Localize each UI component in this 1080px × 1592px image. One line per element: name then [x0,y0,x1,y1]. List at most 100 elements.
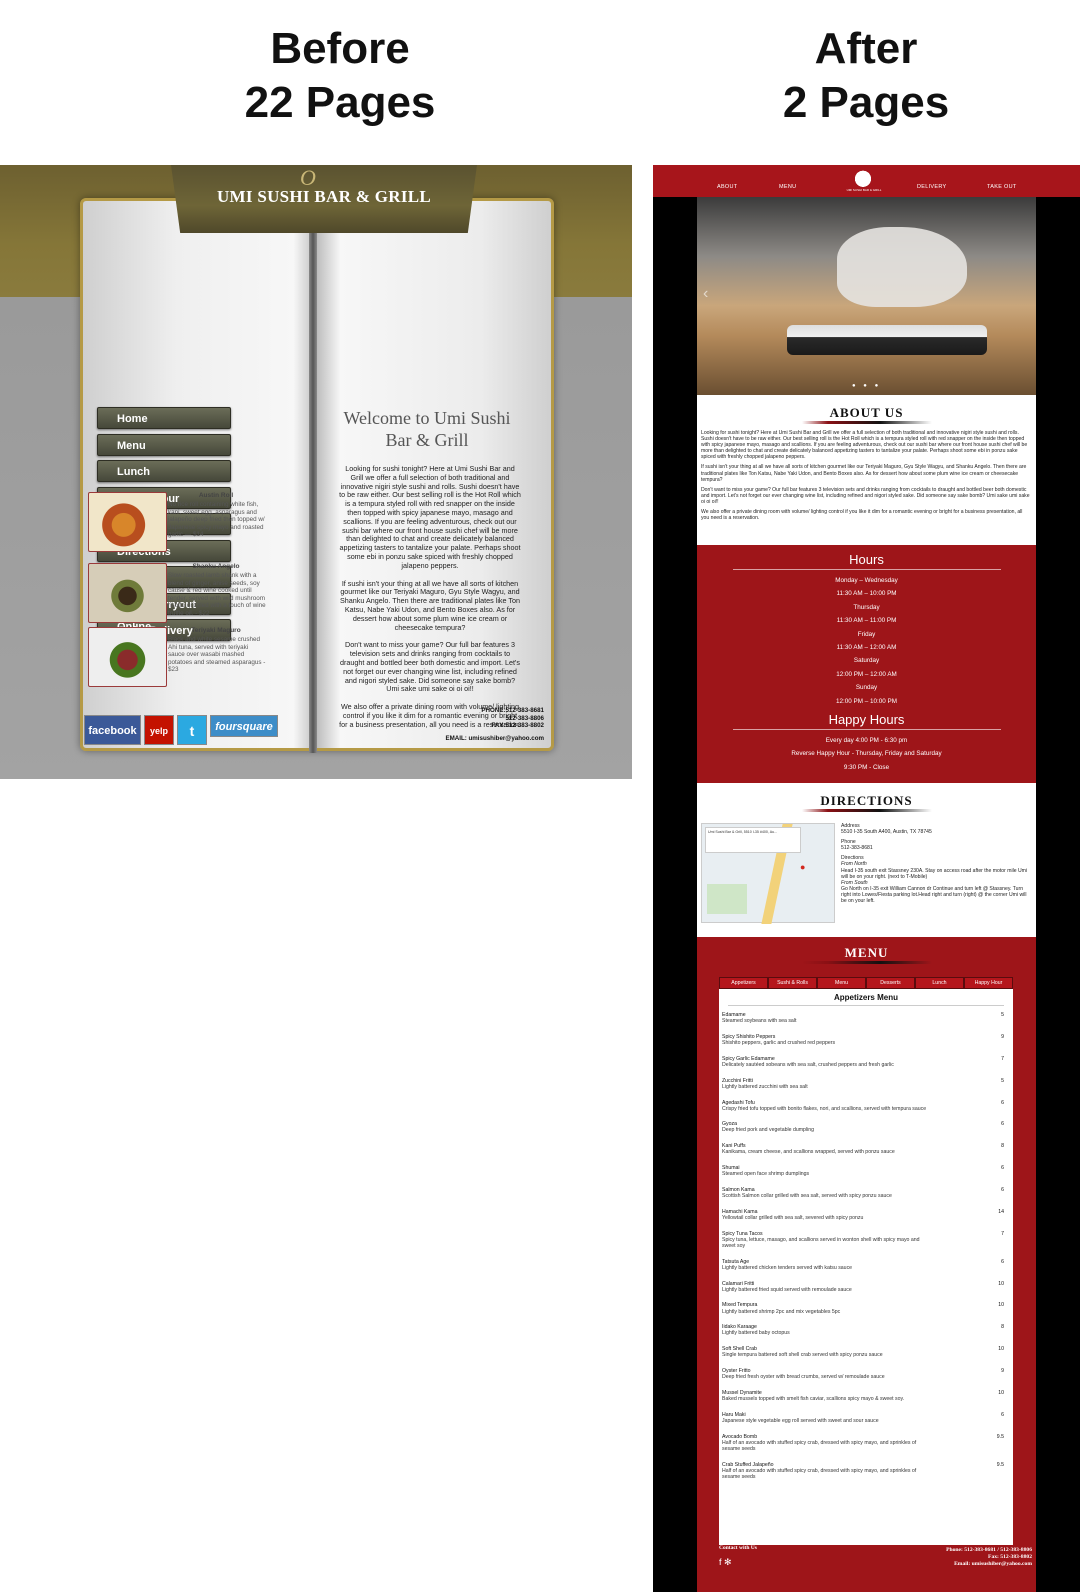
from-south-text: Go North on I-35 exit William Cannon dr … [841,885,1027,905]
menu-panel-title: Appetizers Menu [833,993,898,1002]
dish-description: Slow roasted lamb shank with a blend of … [168,572,266,617]
welcome-paragraph: If sushi isn't your thing at all we have… [340,578,520,632]
tab-menu[interactable]: Menu [817,977,866,989]
nav-about-link[interactable]: ABOUT [717,184,737,190]
before-heading-line1: Before [270,24,410,73]
brush-stroke-divider [801,809,932,812]
map-park [707,884,747,914]
title-banner: UMI SUSHI BAR & GRILL [171,165,477,233]
menu-item: Mussel Dynamite Baked mussels topped with… [722,1390,1004,1402]
about-body: Looking for sushi tonight? Here at Umi S… [697,424,1036,521]
banner-title: UMI SUSHI BAR & GRILL [216,187,432,206]
menu-item-price: 7 [1001,1230,1004,1237]
hours-line: Saturday [853,657,880,665]
menu-item-description: Delicately sautéed sobeans with sea salt… [722,1061,894,1068]
menu-item: Hamachi Kama Yellowtail collar grilled wi… [722,1209,1004,1221]
after-heading: After 2 Pages [716,22,1016,130]
dish-photo[interactable] [88,563,167,623]
menu-item-price: 6 [1001,1165,1004,1172]
menu-item-price: 9.5 [996,1433,1004,1440]
contact-numbers: PHONE:512-383-8681 512-383-8806 FAX:512-… [430,707,544,730]
menu-item-price: 8 [1001,1143,1004,1150]
menu-item: Soft Shell Crab Single tempura battered s… [722,1346,1004,1358]
divider [732,729,1001,731]
menu-item-price: 6 [1001,1099,1004,1106]
dish-name: Shanku Angelo [192,563,240,570]
foursquare-button[interactable]: foursquare [210,715,278,737]
before-site-screenshot: UMI SUSHI BAR & GRILL O Home Menu Lunch … [0,165,632,779]
carousel-dots[interactable]: ● ● ● [852,383,881,389]
menu-item-description: Deep fried fresh oyster with bread crumb… [722,1374,885,1381]
menu-item: Salmon Kama Scottish Salmon collar grille… [722,1187,1004,1199]
welcome-paragraph: Looking for sushi tonight? Here at Umi S… [339,464,521,570]
dish-photo[interactable] [88,627,167,687]
menu-item-description: Half of an avocado with stuffed spicy cr… [722,1439,917,1452]
menu-item-list: Edamame Steamed soybeans with sea salt 5 Sp… [719,1012,1013,1480]
menu-item-description: Lightly battered chicken tenders served … [722,1264,853,1271]
welcome-body: Looking for sushi tonight? Here at Umi S… [338,464,522,739]
hours-line: Monday – Wednesday [835,577,898,584]
menu-item: Oyster Fritto Deep fried fresh oyster wit… [722,1368,1004,1380]
contact-email[interactable]: EMAIL: umisushiber@yahoo.com [420,735,544,742]
welcome-title: Welcome to Umi Sushi Bar & Grill [343,408,511,450]
footer-social-icons[interactable]: f ✻ [719,1557,732,1568]
hours-line: Friday [857,630,876,638]
hours-line: 12:00 PM – 12:00 AM [836,670,897,678]
tab-lunch[interactable]: Lunch [915,977,964,989]
hours-line: Sunday [855,684,878,692]
welcome-paragraph: Don't want to miss your game? Our full b… [340,640,520,694]
menu-item-price: 10 [998,1280,1004,1287]
map-info-card[interactable]: Umi Sushi Bar & Grill, 5510 I-35 #400, A… [705,827,801,853]
menu-item-description: Japanese style vegetable egg roll served… [722,1417,879,1424]
directions-title: DIRECTIONS [820,793,913,808]
footer-email[interactable]: Email: umisushiber@yahoo.com [946,1561,1032,1568]
nav-delivery-link[interactable]: DELIVERY [917,184,947,190]
tab-appetizers[interactable]: Appetizers [719,977,768,989]
nav-lunch-button[interactable]: Lunch [97,460,231,482]
carousel-prev-icon[interactable]: ‹ [703,285,708,303]
hours-line: 12:00 PM – 10:00 PM [836,697,897,705]
google-map[interactable]: Umi Sushi Bar & Grill, 5510 I-35 #400, A… [701,823,835,924]
menu-item: Edamame Steamed soybeans with sea salt 5 [722,1012,1004,1024]
facebook-button[interactable]: facebook [84,715,141,745]
divider [732,569,1001,570]
menu-item: Spicy Tuna Tacos Spicy tuna, lettuce, mas… [722,1231,1004,1249]
ornament-icon: O [300,165,316,190]
menu-item-price: 9 [1001,1033,1004,1040]
footer-phone: Phone: 512-383-8681 / 512-383-8806 [946,1547,1032,1553]
about-paragraph: Looking for sushi tonight? Here at Umi S… [701,430,1028,461]
about-paragraph: We also offer a private dining room with… [701,509,1023,522]
yelp-button[interactable]: yelp [144,715,174,745]
nav-home-button[interactable]: Home [97,407,231,429]
divider [728,1005,1004,1006]
after-heading-line2: 2 Pages [782,78,950,127]
menu-item-price: 5 [1001,1012,1004,1018]
menu-item: Haru Maki Japanese style vegetable egg ro… [722,1412,1004,1424]
after-site-screenshot: ABOUT MENU UMI SUSHI BAR & GRILL DELIVER… [653,165,1080,1592]
logo-text: UMI SUSHI BAR & GRILL [846,188,882,192]
menu-item-description: Baked mussels topped with smelt fish cav… [722,1396,905,1403]
hours-line: 11:30 AM – 12:00 AM [836,644,897,652]
menu-item: Zucchini Fritti Lightly battered zucchini… [722,1078,1004,1090]
menu-item-description: Steamed open face shrimp dumplings [722,1171,810,1178]
dish-name: Austin Roll [198,492,234,499]
twitter-button[interactable]: t [177,715,207,745]
dish-photo[interactable] [88,492,167,552]
from-north-label: From North [841,861,867,868]
nav-takeout-link[interactable]: TAKE OUT [987,184,1017,190]
menu-item-price: 10 [998,1346,1004,1353]
tab-happy-hour[interactable]: Happy Hour [964,977,1013,989]
about-paragraph: Don't want to miss your game? Our full b… [701,486,1030,505]
contact-phone: PHONE:512-383-8681 [481,707,544,714]
nav-menu-button[interactable]: Menu [97,433,231,456]
menu-item-price: 14 [998,1208,1004,1215]
tab-sushi-rolls[interactable]: Sushi & Rolls [768,977,817,989]
nav-menu-link[interactable]: MENU [779,184,796,190]
tab-desserts[interactable]: Desserts [866,977,915,989]
chef-hands-image [837,227,967,307]
dish-description: Black and white sesame crushed Ahi tuna,… [168,636,266,673]
menu-item: Spicy Garlic Edamame Delicately sautéed s… [722,1056,1004,1068]
from-south-label: From South [841,879,868,886]
map-pin-icon[interactable]: ● [800,862,805,872]
menu-item-description: Spicy tuna, lettuce, masago, and scallio… [722,1236,920,1249]
